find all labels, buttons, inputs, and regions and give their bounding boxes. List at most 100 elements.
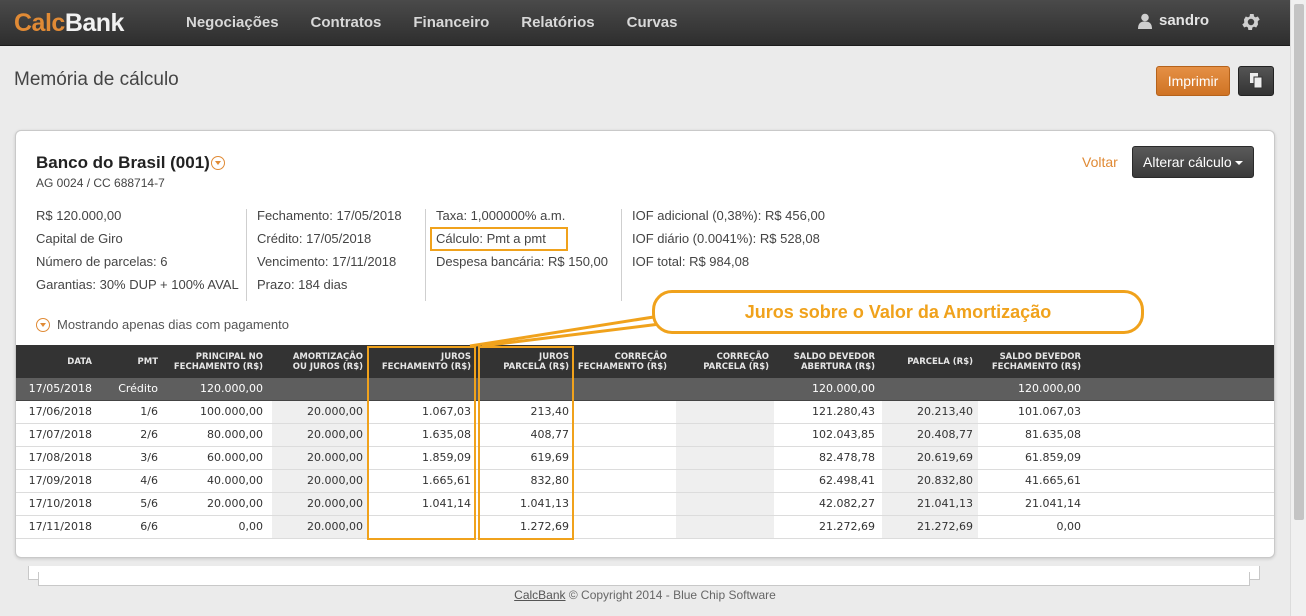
table-cell: 4/6 [140, 474, 158, 487]
info-divider [246, 209, 247, 301]
table-cell: 0,00 [1056, 520, 1082, 533]
alter-calculation-button[interactable]: Alterar cálculo [1132, 146, 1254, 178]
table-cell [676, 516, 774, 538]
table-cell: 3/6 [140, 451, 158, 464]
column-header-line: CORREÇÃO [614, 351, 667, 362]
table-cell: 5/6 [140, 497, 158, 510]
column-header: AMORTIZAÇÃO OU JUROS (R$) [272, 345, 368, 378]
info-product: Capital de Giro [36, 231, 123, 246]
table-cell: 100.000,00 [200, 405, 263, 418]
table-cell: 62.498,41 [819, 474, 875, 487]
table-row: 17/11/2018 6/6 0,00 20.000,00 1.272,69 21.272… [16, 516, 1274, 539]
page-title: Memória de cálculo [14, 69, 179, 90]
table-cell [576, 401, 672, 423]
table-cell [576, 424, 672, 446]
info-credit: Crédito: 17/05/2018 [257, 231, 372, 246]
table-cell: 20.000,00 [272, 447, 368, 469]
table-cell: 20.000,00 [272, 424, 368, 446]
table-cell: 21.041,14 [1025, 497, 1081, 510]
table-cell: 1/6 [140, 405, 158, 418]
table-cell: 17/06/2018 [28, 405, 92, 418]
account-info: AG 0024 / CC 688714-7 [36, 176, 165, 190]
table-cell [272, 378, 368, 400]
nav-item-contratos[interactable]: Contratos [295, 0, 398, 46]
table-cell [576, 447, 672, 469]
print-button[interactable]: Imprimir [1156, 66, 1230, 96]
table-row: 17/07/2018 2/6 80.000,00 20.000,00 1.635,08 4… [16, 424, 1274, 447]
logo-text-calc: Calc [14, 9, 65, 37]
bank-name: Banco do Brasil (001) [36, 153, 210, 172]
info-iof-daily: IOF diário (0.0041%): R$ 528,08 [632, 231, 820, 246]
column-header-line: OU JUROS (R$) [292, 361, 363, 372]
column-header: PRINCIPAL NO FECHAMENTO (R$) [168, 345, 268, 378]
alter-calculation-label: Alterar cálculo [1143, 154, 1232, 170]
table-cell: 21.272,69 [819, 520, 875, 533]
nav-item-curvas[interactable]: Curvas [611, 0, 694, 46]
column-header: SALDO DEVEDOR FECHAMENTO (R$) [978, 345, 1086, 378]
table-cell: 21.272,69 [882, 516, 978, 538]
column-header-line: FECHAMENTO (R$) [577, 361, 667, 372]
sheet-stack-decoration [38, 572, 1250, 586]
table-cell: 17/10/2018 [28, 497, 92, 510]
info-column-4: IOF adicional (0,38%): R$ 456,00 IOF diá… [632, 207, 825, 276]
annotation-callout: Juros sobre o Valor da Amortização [652, 290, 1144, 334]
user-icon [1138, 13, 1152, 29]
column-header: DATA [16, 345, 97, 378]
table-cell [576, 493, 672, 515]
table-cell: 121.280,43 [812, 405, 875, 418]
copy-button[interactable] [1238, 66, 1274, 96]
table-cell: 17/09/2018 [28, 474, 92, 487]
table-cell [676, 470, 774, 492]
app-logo[interactable]: CalcBank [14, 9, 124, 38]
info-iof-additional: IOF adicional (0,38%): R$ 456,00 [632, 208, 825, 223]
footer: CalcBank © Copyright 2014 - Blue Chip So… [0, 588, 1290, 602]
gear-icon[interactable] [1240, 11, 1262, 33]
column-header-line: PRINCIPAL NO [195, 351, 263, 362]
column-header-line: PARCELA (R$) [907, 356, 973, 367]
info-term: Prazo: 184 dias [257, 277, 348, 292]
info-column-2: Fechamento: 17/05/2018 Crédito: 17/05/20… [257, 207, 402, 299]
table-cell: 0,00 [238, 520, 264, 533]
table-cell: 20.408,77 [882, 424, 978, 446]
table-cell: 60.000,00 [207, 451, 263, 464]
payment-days-filter[interactable]: Mostrando apenas dias com pagamento [36, 317, 289, 332]
table-cell: 20.000,00 [272, 516, 368, 538]
nav-item-negociacoes[interactable]: Negociações [170, 0, 295, 46]
table-cell: 101.067,03 [1018, 405, 1081, 418]
column-header-line: SALDO DEVEDOR [999, 351, 1081, 362]
info-guarantees: Garantias: 30% DUP + 100% AVAL [36, 277, 239, 292]
footer-link[interactable]: CalcBank [514, 588, 565, 602]
column-header-line: PARCELA (R$) [703, 361, 769, 372]
vertical-scrollbar[interactable] [1290, 0, 1306, 616]
nav-item-relatorios[interactable]: Relatórios [505, 0, 610, 46]
table-cell: 17/05/2018 [28, 382, 92, 395]
table-cell: 120.000,00 [200, 382, 263, 395]
interest-closing-highlight [367, 346, 476, 540]
copy-icon [1250, 73, 1263, 89]
table-row: 17/08/2018 3/6 60.000,00 20.000,00 1.859,09 6… [16, 447, 1274, 470]
nav-item-financeiro[interactable]: Financeiro [397, 0, 505, 46]
main-nav: Negociações Contratos Financeiro Relatór… [170, 0, 693, 46]
column-header-line: AMORTIZAÇÃO [292, 351, 363, 362]
table-cell: 80.000,00 [207, 428, 263, 441]
info-closing: Fechamento: 17/05/2018 [257, 208, 402, 223]
table-cell [676, 378, 774, 400]
scrollbar-thumb[interactable] [1294, 4, 1304, 520]
table-cell: 20.000,00 [272, 493, 368, 515]
table-cell: 17/07/2018 [28, 428, 92, 441]
table-cell [676, 447, 774, 469]
table-cell: 102.043,85 [812, 428, 875, 441]
column-header-line: ABERTURA (R$) [800, 361, 875, 372]
info-iof-total: IOF total: R$ 984,08 [632, 254, 750, 269]
table-cell: 41.665,61 [1025, 474, 1081, 487]
table-cell: 40.000,00 [207, 474, 263, 487]
column-header-line: SALDO DEVEDOR [793, 351, 875, 362]
user-menu[interactable]: sandro [1138, 12, 1209, 29]
bank-dropdown-icon[interactable] [211, 156, 225, 170]
back-link[interactable]: Voltar [1082, 154, 1118, 170]
table-cell: 17/08/2018 [28, 451, 92, 464]
table-cell: 81.635,08 [1025, 428, 1081, 441]
table-cell [676, 493, 774, 515]
table-cell [576, 470, 672, 492]
table-header: DATA PMT PRINCIPAL NO FECHAMENTO (R$) AMORTI… [16, 345, 1274, 378]
